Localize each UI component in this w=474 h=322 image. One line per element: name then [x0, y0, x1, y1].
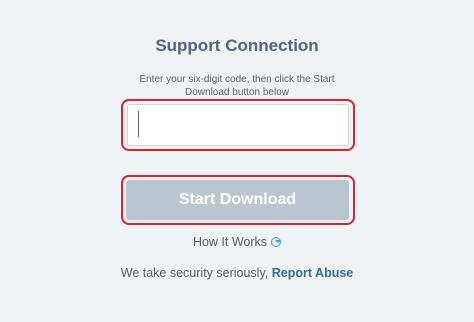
- how-it-works-link[interactable]: How It Works: [192, 235, 282, 249]
- how-it-works-label: How It Works: [192, 235, 268, 249]
- instructions-text: Enter your six-digit code, then click th…: [139, 74, 335, 98]
- support-connection-panel: Support Connection Enter your six-digit …: [0, 0, 474, 322]
- report-abuse-link[interactable]: Report Abuse: [272, 266, 354, 280]
- security-text: We take security seriously,: [120, 266, 269, 280]
- code-input[interactable]: [127, 104, 349, 146]
- start-download-button[interactable]: Start Download: [126, 180, 349, 220]
- security-notice: We take security seriously, Report Abuse: [0, 266, 474, 280]
- page-title: Support Connection: [155, 36, 319, 55]
- how-it-works-row: How It Works: [0, 235, 474, 249]
- text-caret: [138, 111, 139, 137]
- chevron-down-circle-icon[interactable]: [271, 237, 282, 247]
